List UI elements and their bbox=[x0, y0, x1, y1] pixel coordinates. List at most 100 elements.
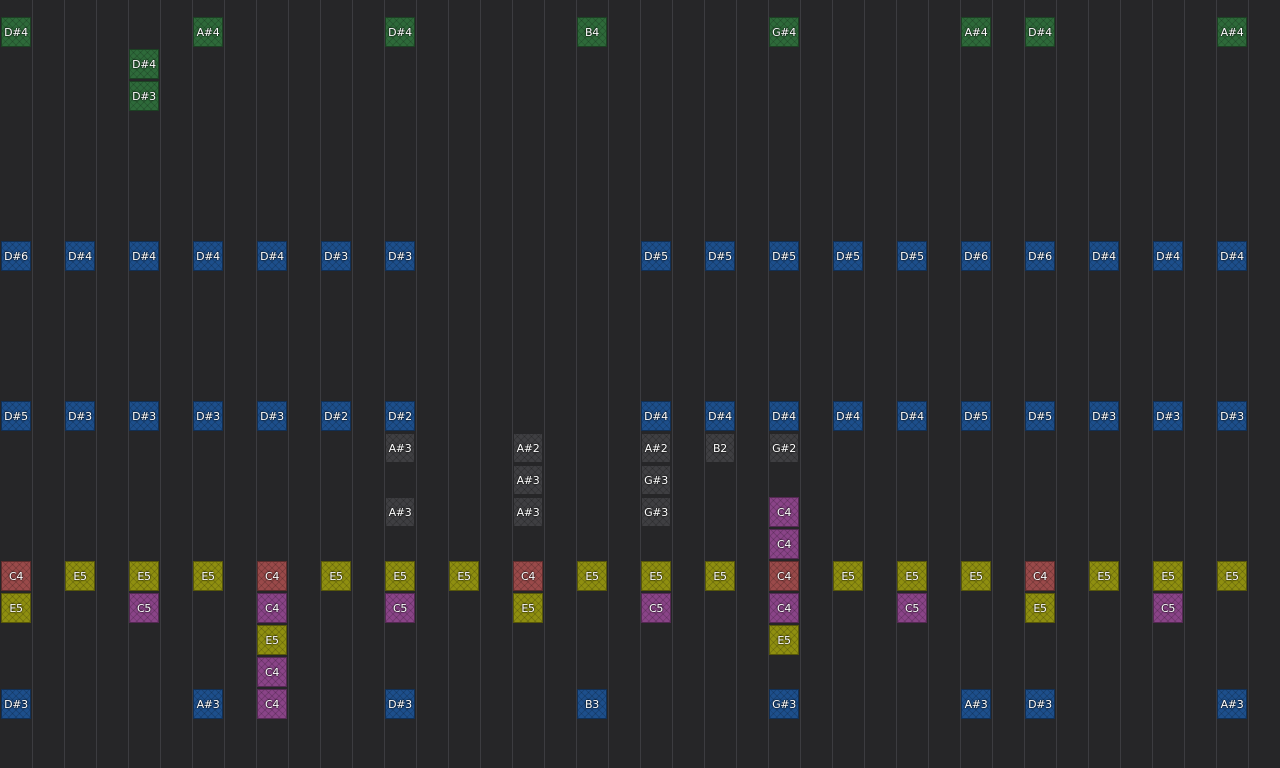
note-block-red[interactable]: C4 bbox=[1, 561, 31, 591]
note-block-purple[interactable]: C5 bbox=[897, 593, 927, 623]
note-block-gray[interactable]: B2 bbox=[705, 433, 735, 463]
note-block-red[interactable]: C4 bbox=[513, 561, 543, 591]
note-block-blue[interactable]: D#3 bbox=[1025, 689, 1055, 719]
sequencer-grid[interactable]: D#4 A#4 D#4 B4 G#4 A#4 D#4 A#4 D#4 D#3 D#6 D#4 D#4 D#… bbox=[0, 0, 1280, 768]
note-block-gray[interactable]: A#3 bbox=[513, 497, 543, 527]
note-block-yellow[interactable]: E5 bbox=[641, 561, 671, 591]
note-block-yellow[interactable]: E5 bbox=[449, 561, 479, 591]
note-block-green[interactable]: A#4 bbox=[1217, 17, 1247, 47]
note-block-blue[interactable]: D#4 bbox=[1089, 241, 1119, 271]
note-block-yellow[interactable]: E5 bbox=[513, 593, 543, 623]
note-block-purple[interactable]: C4 bbox=[257, 657, 287, 687]
note-block-blue[interactable]: D#2 bbox=[321, 401, 351, 431]
note-block-purple[interactable]: C4 bbox=[257, 689, 287, 719]
note-block-blue[interactable]: D#5 bbox=[1, 401, 31, 431]
note-block-green[interactable]: G#4 bbox=[769, 17, 799, 47]
note-block-blue[interactable]: D#3 bbox=[129, 401, 159, 431]
note-block-blue[interactable]: D#2 bbox=[385, 401, 415, 431]
note-block-green[interactable]: D#4 bbox=[1, 17, 31, 47]
note-block-blue[interactable]: D#3 bbox=[385, 689, 415, 719]
note-block-purple[interactable]: C5 bbox=[1153, 593, 1183, 623]
note-block-blue[interactable]: D#4 bbox=[193, 241, 223, 271]
note-block-yellow[interactable]: E5 bbox=[385, 561, 415, 591]
note-block-green[interactable]: D#4 bbox=[129, 49, 159, 79]
note-block-purple[interactable]: C5 bbox=[641, 593, 671, 623]
note-block-blue[interactable]: D#4 bbox=[833, 401, 863, 431]
note-block-yellow[interactable]: E5 bbox=[577, 561, 607, 591]
note-block-green[interactable]: A#4 bbox=[193, 17, 223, 47]
note-block-green[interactable]: D#3 bbox=[129, 81, 159, 111]
note-block-blue[interactable]: B3 bbox=[577, 689, 607, 719]
note-block-blue[interactable]: D#5 bbox=[833, 241, 863, 271]
note-block-yellow[interactable]: E5 bbox=[1025, 593, 1055, 623]
note-block-purple[interactable]: C5 bbox=[385, 593, 415, 623]
note-block-purple[interactable]: C4 bbox=[769, 593, 799, 623]
note-block-blue[interactable]: A#3 bbox=[961, 689, 991, 719]
note-block-yellow[interactable]: E5 bbox=[257, 625, 287, 655]
note-block-yellow[interactable]: E5 bbox=[961, 561, 991, 591]
note-block-red[interactable]: C4 bbox=[257, 561, 287, 591]
note-block-blue[interactable]: D#4 bbox=[705, 401, 735, 431]
note-block-gray[interactable]: A#2 bbox=[513, 433, 543, 463]
note-block-gray[interactable]: G#3 bbox=[641, 497, 671, 527]
note-block-blue[interactable]: D#4 bbox=[641, 401, 671, 431]
note-block-green[interactable]: D#4 bbox=[1025, 17, 1055, 47]
note-block-gray[interactable]: A#2 bbox=[641, 433, 671, 463]
note-block-purple[interactable]: C4 bbox=[769, 497, 799, 527]
note-block-blue[interactable]: D#6 bbox=[1, 241, 31, 271]
note-block-blue[interactable]: D#4 bbox=[897, 401, 927, 431]
note-block-blue[interactable]: D#3 bbox=[321, 241, 351, 271]
note-block-yellow[interactable]: E5 bbox=[129, 561, 159, 591]
note-block-blue[interactable]: D#3 bbox=[1153, 401, 1183, 431]
note-block-green[interactable]: D#4 bbox=[385, 17, 415, 47]
note-block-yellow[interactable]: E5 bbox=[1089, 561, 1119, 591]
note-block-gray[interactable]: A#3 bbox=[385, 433, 415, 463]
note-block-purple[interactable]: C5 bbox=[129, 593, 159, 623]
note-block-purple[interactable]: C4 bbox=[257, 593, 287, 623]
note-block-blue[interactable]: D#4 bbox=[1217, 241, 1247, 271]
note-block-yellow[interactable]: E5 bbox=[1153, 561, 1183, 591]
note-block-blue[interactable]: D#5 bbox=[961, 401, 991, 431]
note-block-blue[interactable]: D#3 bbox=[1089, 401, 1119, 431]
note-block-yellow[interactable]: E5 bbox=[321, 561, 351, 591]
note-block-blue[interactable]: D#5 bbox=[705, 241, 735, 271]
note-block-gray[interactable]: G#3 bbox=[641, 465, 671, 495]
note-block-blue[interactable]: D#4 bbox=[65, 241, 95, 271]
note-block-blue[interactable]: D#3 bbox=[193, 401, 223, 431]
note-block-blue[interactable]: D#4 bbox=[769, 401, 799, 431]
note-block-yellow[interactable]: E5 bbox=[769, 625, 799, 655]
note-block-yellow[interactable]: E5 bbox=[65, 561, 95, 591]
note-block-gray[interactable]: A#3 bbox=[385, 497, 415, 527]
note-block-blue[interactable]: D#3 bbox=[1217, 401, 1247, 431]
note-block-blue[interactable]: D#4 bbox=[257, 241, 287, 271]
note-block-blue[interactable]: G#3 bbox=[769, 689, 799, 719]
note-block-gray[interactable]: A#3 bbox=[513, 465, 543, 495]
note-block-blue[interactable]: D#5 bbox=[1025, 401, 1055, 431]
note-block-blue[interactable]: D#6 bbox=[1025, 241, 1055, 271]
note-block-green[interactable]: B4 bbox=[577, 17, 607, 47]
note-block-yellow[interactable]: E5 bbox=[1, 593, 31, 623]
note-block-yellow[interactable]: E5 bbox=[897, 561, 927, 591]
note-block-gray[interactable]: G#2 bbox=[769, 433, 799, 463]
note-block-blue[interactable]: D#6 bbox=[961, 241, 991, 271]
note-block-blue[interactable]: D#3 bbox=[65, 401, 95, 431]
note-block-yellow[interactable]: E5 bbox=[1217, 561, 1247, 591]
note-block-purple[interactable]: C4 bbox=[769, 529, 799, 559]
note-block-blue[interactable]: D#5 bbox=[769, 241, 799, 271]
note-block-green[interactable]: A#4 bbox=[961, 17, 991, 47]
note-block-blue[interactable]: A#3 bbox=[1217, 689, 1247, 719]
note-block-blue[interactable]: A#3 bbox=[193, 689, 223, 719]
note-block-blue[interactable]: D#3 bbox=[385, 241, 415, 271]
note-block-blue[interactable]: D#4 bbox=[129, 241, 159, 271]
note-block-yellow[interactable]: E5 bbox=[705, 561, 735, 591]
grid-line bbox=[448, 0, 449, 768]
note-block-yellow[interactable]: E5 bbox=[833, 561, 863, 591]
note-block-red[interactable]: C4 bbox=[769, 561, 799, 591]
note-block-red[interactable]: C4 bbox=[1025, 561, 1055, 591]
note-block-blue[interactable]: D#5 bbox=[897, 241, 927, 271]
note-block-blue[interactable]: D#4 bbox=[1153, 241, 1183, 271]
note-block-blue[interactable]: D#3 bbox=[1, 689, 31, 719]
note-block-blue[interactable]: D#5 bbox=[641, 241, 671, 271]
note-block-yellow[interactable]: E5 bbox=[193, 561, 223, 591]
note-block-blue[interactable]: D#3 bbox=[257, 401, 287, 431]
